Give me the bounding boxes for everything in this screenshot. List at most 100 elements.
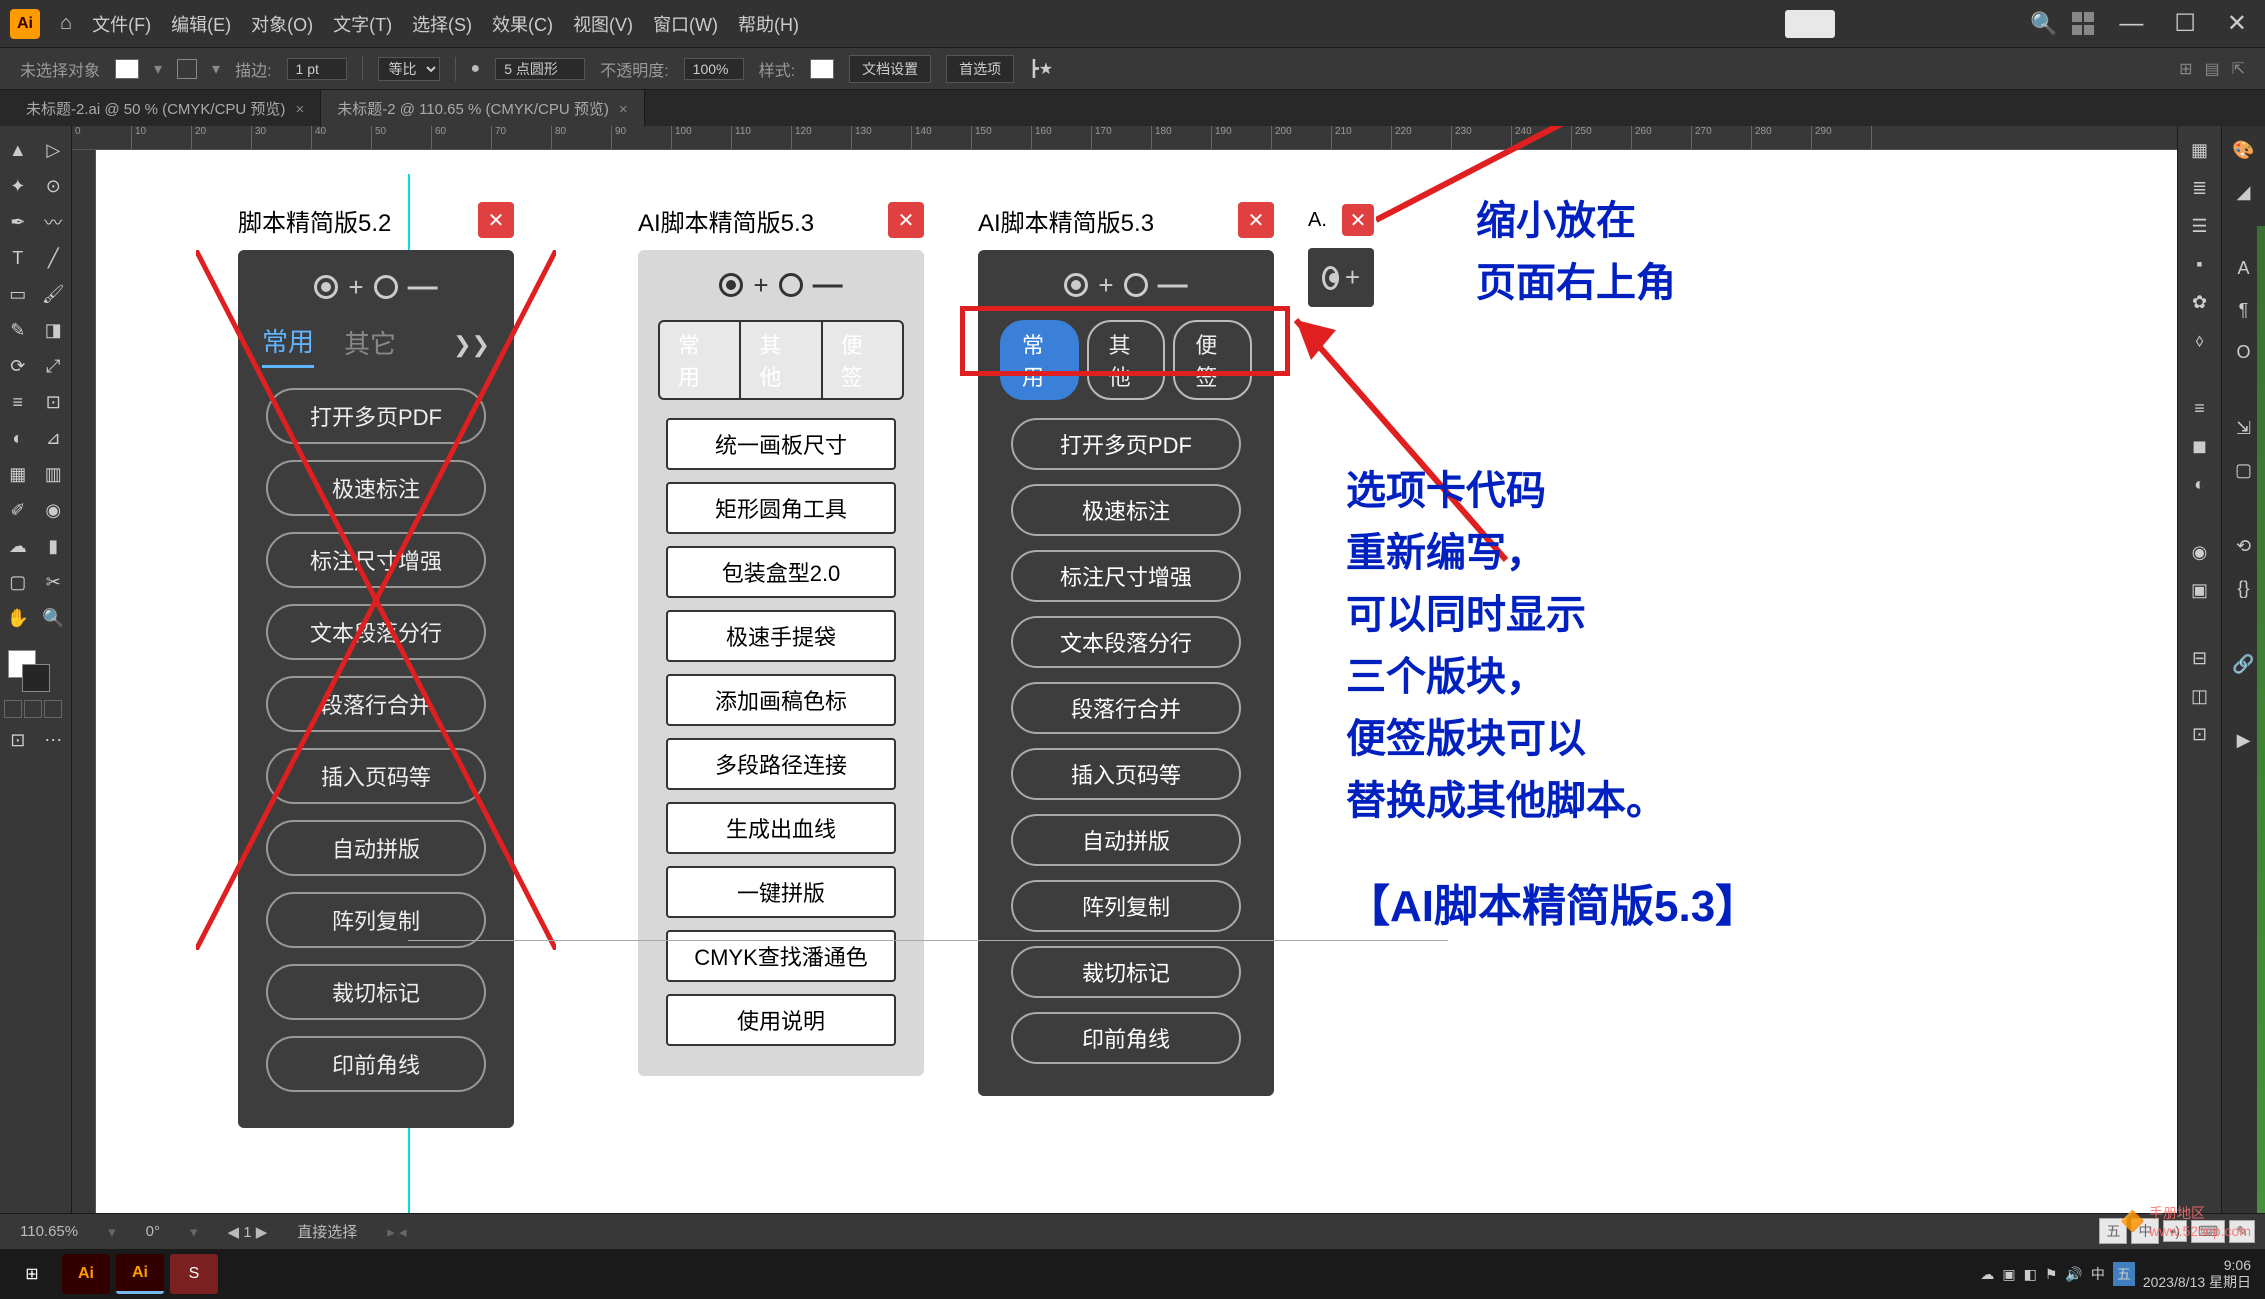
panel-52-btn-0[interactable]: 打开多页PDF [266, 388, 486, 444]
panel-53-light-btn-4[interactable]: 添加画稿色标 [666, 674, 896, 726]
start-button[interactable]: ⊞ [8, 1254, 56, 1294]
panel-53-dark-btn-6[interactable]: 自动拼版 [1011, 814, 1241, 866]
taskbar-ai-1[interactable]: Ai [62, 1254, 110, 1294]
radio-opt-2[interactable] [374, 275, 398, 299]
radio-opt-1[interactable] [314, 275, 338, 299]
artboard[interactable]: 脚本精简版5.2 ✕ + — 常用 其它 ❯❯ 打开多页PDF极 [96, 150, 2177, 1239]
tray-ime-1[interactable]: 中 [2091, 1264, 2105, 1284]
rotate-angle[interactable]: 0° [146, 1223, 160, 1240]
close-tab-icon[interactable]: × [295, 101, 304, 118]
curvature-tool-icon[interactable]: 〰 [36, 204, 72, 240]
brush-input[interactable] [495, 58, 585, 80]
home-icon[interactable]: ⌂ [60, 12, 72, 35]
panel-53-light-btn-6[interactable]: 生成出血线 [666, 802, 896, 854]
panel-52-btn-8[interactable]: 裁切标记 [266, 964, 486, 1020]
panel-53-dark-btn-9[interactable]: 印前角线 [1011, 1012, 1241, 1064]
doc-tab-2[interactable]: 未标题-2 @ 110.65 % (CMYK/CPU 预览)× [321, 90, 644, 127]
menu-type[interactable]: 文字(T) [333, 11, 392, 37]
menu-file[interactable]: 文件(F) [92, 11, 151, 37]
tab-common[interactable]: 常用 [658, 320, 741, 400]
zoom-level[interactable]: 110.65% [20, 1223, 78, 1240]
play-icon[interactable]: ▶ [2230, 726, 2258, 754]
menu-view[interactable]: 视图(V) [573, 11, 633, 37]
layout-icon[interactable]: ⊞ [2179, 59, 2192, 79]
tab-common[interactable]: 常用 [262, 322, 314, 368]
style-swatch[interactable] [810, 59, 834, 79]
transform-icon[interactable]: ⊡ [2186, 720, 2214, 748]
history-icon[interactable]: ⟲ [2230, 532, 2258, 560]
hand-tool-icon[interactable]: ✋ [0, 600, 36, 636]
panel-53-dark-btn-4[interactable]: 段落行合并 [1011, 682, 1241, 734]
radio-opt-2[interactable] [1124, 273, 1148, 297]
pen-tool-icon[interactable]: ✒ [0, 204, 36, 240]
panel-close-button[interactable]: ✕ [1342, 204, 1374, 236]
panel-52-btn-5[interactable]: 插入页码等 [266, 748, 486, 804]
para-icon[interactable]: ¶ [2230, 296, 2258, 324]
panel-close-button[interactable]: ✕ [478, 202, 514, 238]
tray-network-icon[interactable]: ⚑ [2045, 1266, 2058, 1283]
screen-mode-icon[interactable]: ⊡ [0, 722, 36, 758]
menu-object[interactable]: 对象(O) [251, 11, 313, 37]
rect-tool-icon[interactable]: ▭ [0, 276, 36, 312]
menu-edit[interactable]: 编辑(E) [171, 11, 231, 37]
scale-tool-icon[interactable]: ⤢ [36, 348, 72, 384]
edit-toolbar-icon[interactable]: ⋯ [36, 722, 72, 758]
panel-53-light-btn-3[interactable]: 极速手提袋 [666, 610, 896, 662]
opacity-input[interactable] [684, 58, 744, 80]
zoom-tool-icon[interactable]: 🔍 [36, 600, 72, 636]
artboard-nav[interactable]: ◀ 1 ▶ [228, 1223, 268, 1241]
stroke-weight-input[interactable] [287, 58, 347, 80]
free-transform-icon[interactable]: ⊡ [36, 384, 72, 420]
artboard-tool-icon[interactable]: ▢ [0, 564, 36, 600]
properties-icon[interactable]: ▦ [2186, 136, 2214, 164]
eraser-tool-icon[interactable]: ◨ [36, 312, 72, 348]
menu-help[interactable]: 帮助(H) [738, 11, 799, 37]
search-icon[interactable]: 🔍 [2030, 11, 2057, 37]
tray-icon-3[interactable]: ◧ [2024, 1266, 2037, 1283]
mesh-tool-icon[interactable]: ▦ [0, 456, 36, 492]
char-icon[interactable]: A [2230, 254, 2258, 282]
script-dock-minimized[interactable] [1785, 10, 1835, 38]
shape-builder-icon[interactable]: ◐ [0, 420, 36, 456]
panel-53-dark-btn-8[interactable]: 裁切标记 [1011, 946, 1241, 998]
rotate-tool-icon[interactable]: ⟳ [0, 348, 36, 384]
panel-53-dark-btn-0[interactable]: 打开多页PDF [1011, 418, 1241, 470]
swatches-icon[interactable]: ▪ [2186, 250, 2214, 278]
panel-53-light-btn-1[interactable]: 矩形圆角工具 [666, 482, 896, 534]
tab-notes[interactable]: 便签 [823, 320, 904, 400]
shaper-tool-icon[interactable]: ✎ [0, 312, 36, 348]
panel-53-light-btn-8[interactable]: CMYK查找潘通色 [666, 930, 896, 982]
tray-volume-icon[interactable]: 🔊 [2065, 1266, 2082, 1283]
tray-icon-2[interactable]: ▣ [2002, 1266, 2015, 1283]
symbol-tool-icon[interactable]: ☁ [0, 528, 36, 564]
width-tool-icon[interactable]: ≡ [0, 384, 36, 420]
tab-other[interactable]: 其他 [741, 320, 822, 400]
panel-53-light-btn-7[interactable]: 一键拼版 [666, 866, 896, 918]
stroke-swatch[interactable] [177, 59, 197, 79]
type-tool-icon[interactable]: T [0, 240, 36, 276]
panel-toggle-icon[interactable]: ▤ [2204, 59, 2219, 79]
fill-swatch[interactable] [115, 59, 139, 79]
taskbar-ai-2[interactable]: Ai [116, 1254, 164, 1294]
panel-close-button[interactable]: ✕ [888, 202, 924, 238]
panel-53-light-btn-9[interactable]: 使用说明 [666, 994, 896, 1046]
menu-effect[interactable]: 效果(C) [492, 11, 553, 37]
panel-52-btn-2[interactable]: 标注尺寸增强 [266, 532, 486, 588]
wand-tool-icon[interactable]: ✦ [0, 168, 36, 204]
appearance-icon[interactable]: ◉ [2186, 538, 2214, 566]
stroke-panel-icon[interactable]: ≡ [2186, 394, 2214, 422]
maximize-icon[interactable]: ☐ [2166, 9, 2204, 38]
taskbar-clock[interactable]: 9:06 2023/8/13 星期日 [2143, 1257, 2257, 1291]
color-icon[interactable]: 🎨 [2230, 136, 2258, 164]
panel-52-btn-4[interactable]: 段落行合并 [266, 676, 486, 732]
selection-tool-icon[interactable]: ▲ [0, 132, 36, 168]
perspective-tool-icon[interactable]: ⊿ [36, 420, 72, 456]
panel-53-dark-btn-3[interactable]: 文本段落分行 [1011, 616, 1241, 668]
color-swatches[interactable] [0, 646, 71, 696]
transparency-icon[interactable]: ◐ [2186, 470, 2214, 498]
graph-tool-icon[interactable]: ▮ [36, 528, 72, 564]
close-tab-icon[interactable]: × [619, 101, 628, 118]
panel-52-btn-3[interactable]: 文本段落分行 [266, 604, 486, 660]
line-tool-icon[interactable]: ╱ [36, 240, 72, 276]
symbols-icon[interactable]: ⬨ [2186, 326, 2214, 354]
